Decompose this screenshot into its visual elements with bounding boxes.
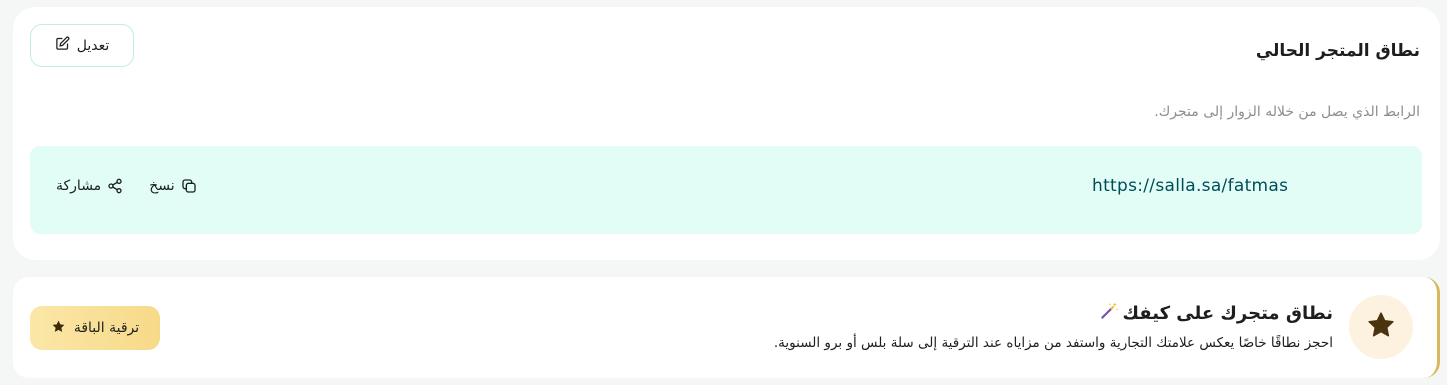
copy-icon [181,178,197,194]
edit-icon [55,36,70,55]
upgrade-plan-button[interactable]: ترقية الباقة [30,306,160,350]
promo-title-row: نطاق متجرك على كيفك [1099,301,1334,326]
star-icon [51,319,66,338]
promo-title: نطاق متجرك على كيفك [1122,303,1334,324]
edit-button[interactable]: تعديل [30,24,134,67]
magic-wand-icon [1099,301,1119,326]
domain-url[interactable]: https://salla.sa/fatmas [1092,176,1332,202]
star-badge [1349,295,1413,359]
card-description: الرابط الذي يصل من خلاله الزوار إلى متجر… [1154,104,1420,120]
store-domain-card: نطاق المتجر الحالي تعديل الرابط الذي يصل… [13,7,1440,260]
copy-label: نسخ [149,178,175,194]
share-label: مشاركة [56,178,102,194]
domain-url-box: https://salla.sa/fatmas نسخ مشاركة [30,146,1422,234]
custom-domain-promo-card: نطاق متجرك على كيفك احجز نطاقًا خاصًا يع… [13,277,1440,378]
card-title: نطاق المتجر الحالي [1255,41,1420,61]
promo-description: احجز نطاقًا خاصًا يعكس علامتك التجارية و… [773,335,1333,351]
copy-button[interactable]: نسخ [149,178,196,194]
url-actions: نسخ مشاركة [56,178,197,194]
upgrade-label: ترقية الباقة [73,320,140,336]
edit-button-label: تعديل [76,37,110,54]
star-icon [1366,310,1396,344]
share-button[interactable]: مشاركة [56,178,123,194]
share-icon [107,178,123,194]
